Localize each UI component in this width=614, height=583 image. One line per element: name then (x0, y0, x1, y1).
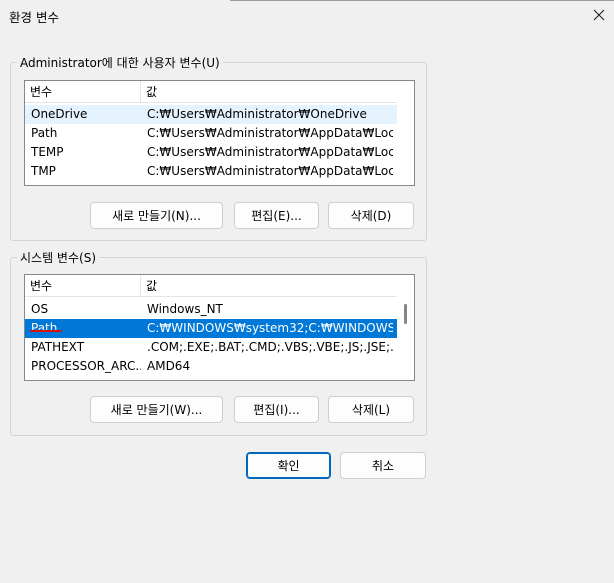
title-bar (0, 0, 614, 32)
variable-name: PROCESSOR_ARC... (31, 359, 141, 373)
user-variable-row[interactable]: TMP C:₩Users₩Administrator₩AppData₩Local… (25, 162, 397, 181)
system-variable-row[interactable]: PATHEXT .COM;.EXE;.BAT;.CMD;.VBS;.VBE;.J… (25, 338, 397, 357)
ok-button[interactable]: 확인 (246, 452, 331, 479)
variable-name: OneDrive (31, 107, 88, 121)
list-header: 변수 값 (25, 275, 414, 297)
column-header-value[interactable]: 값 (141, 275, 397, 297)
variable-value: C:₩Users₩Administrator₩AppData₩Local₩... (147, 164, 393, 178)
scrollbar-thumb[interactable] (404, 304, 407, 324)
variable-name: PATHEXT (31, 340, 85, 354)
user-new-button[interactable]: 새로 만들기(N)... (90, 202, 223, 229)
vertical-scrollbar[interactable] (397, 81, 414, 185)
window-edge-line (230, 0, 614, 1)
variable-value: C:₩WINDOWS₩system32;C:₩WINDOWS;C... (147, 321, 393, 335)
system-delete-button[interactable]: 삭제(L) (328, 396, 414, 423)
user-edit-button[interactable]: 편집(E)... (234, 202, 319, 229)
variable-name: OS (31, 302, 49, 316)
variable-name: Path (31, 126, 58, 140)
vertical-scrollbar[interactable] (397, 275, 414, 380)
variable-value: .COM;.EXE;.BAT;.CMD;.VBS;.VBE;.JS;.JSE;.… (147, 340, 393, 354)
cancel-button[interactable]: 취소 (340, 452, 426, 479)
column-header-value[interactable]: 값 (141, 81, 397, 103)
user-delete-button[interactable]: 삭제(D) (328, 202, 414, 229)
system-variable-row-selected[interactable]: Path C:₩WINDOWS₩system32;C:₩WINDOWS;C... (25, 319, 397, 338)
system-variable-row[interactable]: PROCESSOR_ARC... AMD64 (25, 357, 397, 376)
variable-value: C:₩Users₩Administrator₩AppData₩Local₩... (147, 126, 393, 140)
variable-value: C:₩Users₩Administrator₩OneDrive (147, 107, 367, 121)
partially-hidden-row[interactable] (25, 376, 397, 380)
column-header-variable[interactable]: 변수 (25, 275, 141, 297)
system-edit-button[interactable]: 편집(I)... (234, 396, 319, 423)
variable-value: AMD64 (147, 359, 191, 373)
close-button[interactable] (588, 4, 610, 26)
system-new-button[interactable]: 새로 만들기(W)... (90, 396, 223, 423)
user-variable-row[interactable]: Path C:₩Users₩Administrator₩AppData₩Loca… (25, 124, 397, 143)
column-header-variable[interactable]: 변수 (25, 81, 141, 103)
variable-value: Windows_NT (147, 302, 223, 316)
close-icon (593, 9, 605, 21)
variable-value: C:₩Users₩Administrator₩AppData₩Local₩... (147, 145, 393, 159)
user-variable-row[interactable]: OneDrive C:₩Users₩Administrator₩OneDrive (25, 105, 397, 124)
user-variables-legend: Administrator에 대한 사용자 변수(U) (20, 56, 220, 70)
variable-name: TEMP (31, 145, 64, 159)
window-title: 환경 변수 (9, 10, 59, 25)
red-underline-annotation (30, 330, 62, 332)
system-variable-row[interactable]: OS Windows_NT (25, 300, 397, 319)
system-variables-legend: 시스템 변수(S) (20, 251, 96, 265)
variable-name: Path (31, 321, 58, 335)
user-variable-row[interactable]: TEMP C:₩Users₩Administrator₩AppData₩Loca… (25, 143, 397, 162)
system-variables-list[interactable]: 변수 값 OS Windows_NT Path C:₩WINDOWS₩syste… (24, 274, 415, 381)
variable-name: TMP (31, 164, 56, 178)
list-header: 변수 값 (25, 81, 414, 103)
user-variables-list[interactable]: 변수 값 OneDrive C:₩Users₩Administrator₩One… (24, 80, 415, 186)
